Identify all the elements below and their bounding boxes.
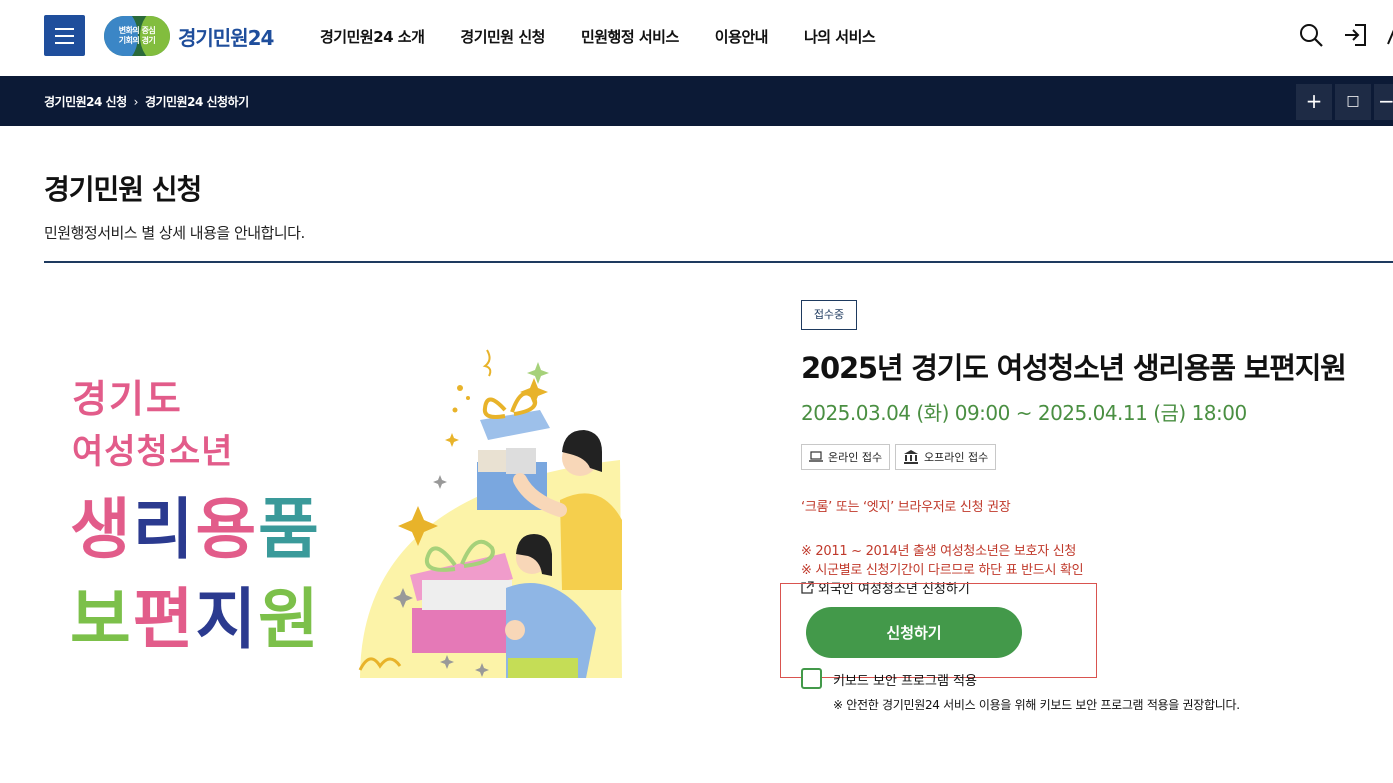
notice-period: ※ 시군별로 신청기간이 다르므로 하단 표 반드시 확인 (801, 563, 1084, 578)
tag-offline-label: 오프라인 접수 (924, 451, 989, 464)
breadcrumb-bar: 경기민원24 신청 › 경기민원24 신청하기 (0, 76, 1393, 126)
site-logo[interactable]: 변화의 중심 기회의 경기 경기민원24 (104, 16, 274, 56)
service-title: 2025년 경기도 여성청소년 생리용품 보편지원 (801, 351, 1347, 385)
poster-line4: 보편지원 (70, 566, 321, 662)
site-header: 변화의 중심 기회의 경기 경기민원24 경기민원24 소개 경기민원 신청 민… (0, 0, 1393, 76)
tag-offline: 오프라인 접수 (895, 444, 997, 470)
tag-online: 온라인 접수 (801, 444, 891, 470)
breadcrumb-item[interactable]: 경기민원24 신청 (44, 93, 127, 110)
apply-button[interactable]: 신청하기 (806, 607, 1022, 658)
breadcrumb-item-current[interactable]: 경기민원24 신청하기 (145, 93, 249, 110)
application-period: 2025.03.04 (화) 09:00 ~ 2025.04.11 (금) 18… (801, 401, 1247, 425)
nav-item-intro[interactable]: 경기민원24 소개 (320, 26, 425, 47)
building-icon (904, 450, 918, 464)
divider (44, 261, 1393, 263)
keyboard-security-note: ※ 안전한 경기민원24 서비스 이용을 위해 키보드 보안 프로그램 적용을 … (833, 698, 1240, 712)
poster-line4-text: 보편지원 (70, 581, 321, 658)
page-description: 민원행정서비스 별 상세 내용을 안내합니다. (44, 224, 305, 242)
browser-notice: ‘크롬’ 또는 ‘엣지’ 브라우저로 신청 권장 (801, 500, 1011, 515)
poster-line3: 생리용품 (70, 476, 321, 572)
tag-online-label: 온라인 접수 (828, 451, 883, 464)
square-icon[interactable]: □ (1335, 84, 1371, 120)
plus-icon[interactable]: + (1296, 84, 1332, 120)
keyboard-security-label[interactable]: 키보드 보안 프로그램 적용 (833, 670, 977, 689)
breadcrumb: 경기민원24 신청 › 경기민원24 신청하기 (44, 93, 249, 110)
nav-item-admin-service[interactable]: 민원행정 서비스 (581, 26, 679, 47)
laptop-icon (809, 451, 823, 462)
chevron-right-icon: › (133, 94, 139, 109)
status-badge: 접수중 (801, 300, 857, 330)
main-nav: 경기민원24 소개 경기민원 신청 민원행정 서비스 이용안내 나의 서비스 (320, 26, 911, 47)
login-icon[interactable] (1343, 22, 1369, 48)
nav-item-my-service[interactable]: 나의 서비스 (804, 26, 876, 47)
notice-guardian: ※ 2011 ~ 2014년 출생 여성청소년은 보호자 신청 (801, 544, 1077, 559)
keyboard-security-checkbox[interactable] (801, 668, 822, 689)
service-poster: 경기도 여성청소년 생리용품 보편지원 (60, 340, 660, 700)
nav-item-apply[interactable]: 경기민원 신청 (460, 26, 545, 47)
user-icon[interactable] (1384, 22, 1393, 48)
page-title: 경기민원 신청 (44, 173, 202, 206)
poster-line2: 여성청소년 (72, 432, 234, 472)
logo-badge: 변화의 중심 기회의 경기 (104, 16, 170, 56)
poster-line1: 경기도 (72, 377, 183, 421)
poster-line3-text: 생리용품 (70, 491, 321, 568)
search-icon[interactable] (1298, 22, 1324, 48)
nav-item-guide[interactable]: 이용안내 (715, 26, 769, 47)
logo-text: 경기민원24 (178, 25, 274, 50)
minus-icon[interactable]: − (1374, 84, 1393, 120)
menu-button[interactable] (44, 15, 85, 56)
